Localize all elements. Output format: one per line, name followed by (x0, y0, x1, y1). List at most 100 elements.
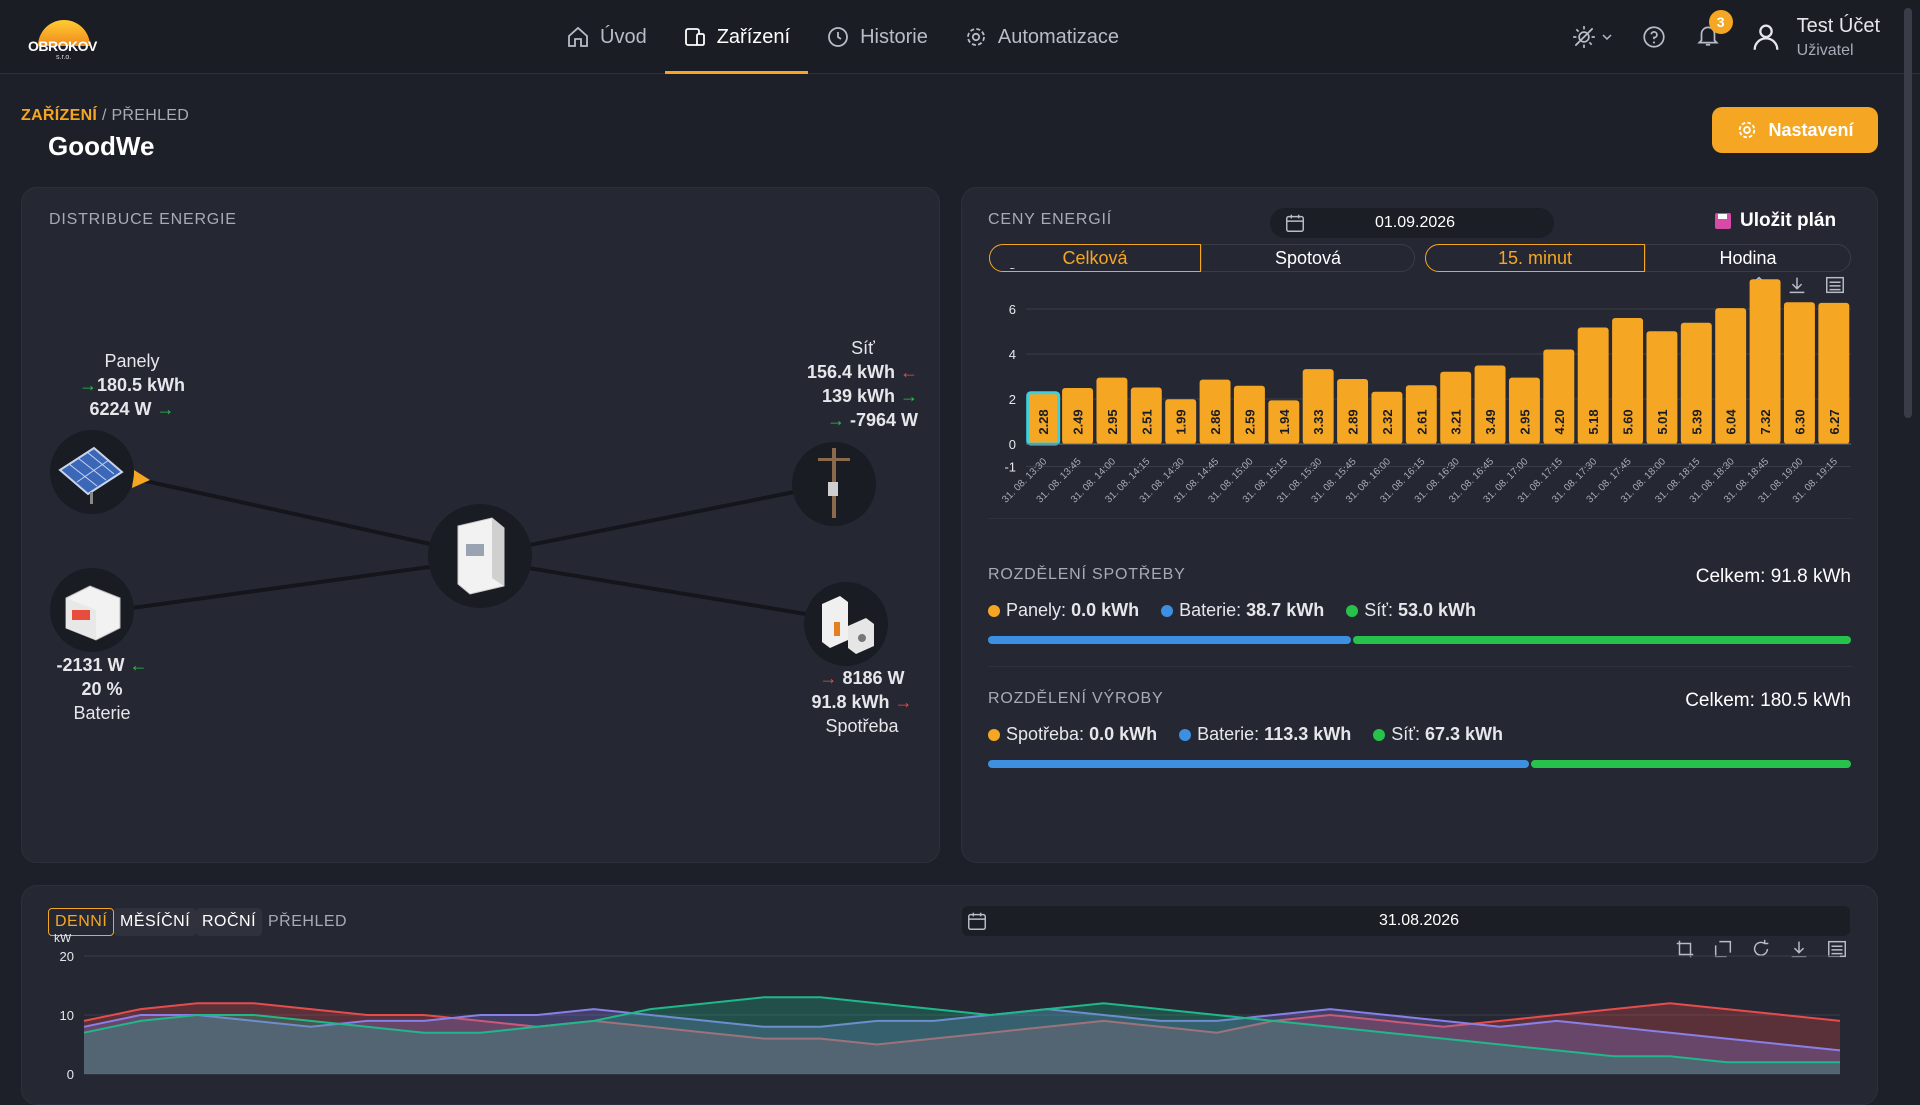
history-chart: 20 10 0 kW (54, 934, 1841, 1080)
divider (988, 518, 1853, 519)
nav-label-historie: Historie (860, 25, 928, 48)
arrow-left-icon: ← (900, 362, 918, 382)
company-logo[interactable]: OBROKOV s.r.o. (26, 12, 102, 64)
legend-item: Síť: 53.0 kWh (1346, 600, 1476, 621)
tab-prehled[interactable]: PŘEHLED (262, 908, 353, 936)
legend-label: Baterie: (1179, 600, 1242, 620)
bar-value-label: 3.49 (1483, 409, 1498, 434)
top-navbar: OBROKOV s.r.o. Úvod Zařízení Historie Au… (0, 0, 1920, 74)
save-plan-label: Uložit plán (1740, 210, 1837, 231)
nav-label-zarizeni: Zařízení (716, 25, 791, 48)
nav-item-automatizace[interactable]: Automatizace (946, 0, 1137, 74)
consumption-split-title: ROZDĚLENÍ SPOTŘEBY (988, 566, 1186, 583)
distribution-card: DISTRIBUCE ENERGIE Panely →180.5 kWh 622… (21, 187, 940, 863)
user-menu[interactable]: Test Účet Uživatel (1749, 15, 1880, 60)
bar-value-label: 5.39 (1689, 409, 1704, 434)
theme-toggle[interactable] (1571, 24, 1613, 50)
panels-name: Panely (104, 351, 160, 371)
price-chart: 86420-12.2831. 08. 13:302.4931. 08. 13:4… (1000, 268, 1851, 505)
legend-item: Baterie: 113.3 kWh (1179, 724, 1351, 745)
chevron-down-icon (1602, 34, 1612, 41)
notifications-button[interactable]: 3 (1695, 9, 1733, 53)
history-date-picker[interactable]: 31.08.2026 (962, 906, 1850, 936)
production-split-title: ROZDĚLENÍ VÝROBY (988, 690, 1164, 707)
bar-value-label: 4.20 (1552, 409, 1567, 434)
grid-power: -7964 W (849, 410, 918, 430)
consumption-node[interactable] (804, 582, 888, 666)
save-plan-button[interactable]: Uložit plán (1714, 210, 1836, 232)
legend-label: Baterie: (1197, 724, 1260, 744)
breadcrumb-current: PŘEHLED (111, 107, 190, 124)
tab-denni[interactable]: DENNÍ (48, 908, 115, 936)
split-bar-segment (988, 760, 1529, 768)
solar-panel-node[interactable] (50, 430, 134, 514)
bar-value-label: 2.95 (1517, 409, 1532, 434)
battery-node[interactable] (50, 568, 134, 652)
battery-soc: 20 % (81, 679, 123, 699)
legend-item: Panely: 0.0 kWh (988, 600, 1139, 621)
nav-item-zarizeni[interactable]: Zařízení (664, 0, 809, 74)
user-role: Uživatel (1796, 41, 1854, 59)
arrow-left-icon: ← (129, 655, 148, 675)
y-tick-label: 6 (1009, 302, 1016, 317)
flow-arrow-icon (132, 470, 150, 488)
panels-power: 6224 W (89, 399, 152, 419)
split-bar-segment (1352, 636, 1851, 644)
production-split-bar (988, 760, 1853, 768)
legend-label: Spotřeba: (1006, 724, 1085, 744)
y-tick-label: 20 (60, 949, 74, 964)
notification-badge: 3 (1708, 9, 1733, 34)
inverter-icon (457, 517, 505, 595)
page-title: GoodWe (48, 131, 155, 161)
logo-text: OBROKOV (28, 38, 97, 54)
grid-name: Síť (851, 338, 875, 358)
house-appliances-icon (822, 596, 874, 654)
scrollbar-thumb[interactable] (1904, 8, 1912, 418)
inverter-node[interactable] (428, 504, 532, 608)
help-icon[interactable] (1641, 24, 1667, 50)
bar-value-label: 5.60 (1621, 409, 1636, 434)
legend-value: 0.0 kWh (1089, 724, 1158, 744)
tab-rocni[interactable]: ROČNÍ (196, 908, 263, 936)
panels-label: Panely →180.5 kWh 6224 W → (62, 351, 202, 420)
grid-import: 156.4 kWh (806, 362, 895, 382)
nav-item-uvod[interactable]: Úvod (548, 0, 665, 74)
history-date: 31.08.2026 (1378, 912, 1460, 929)
y-tick-label: 10 (60, 1008, 74, 1023)
legend-dot (1161, 605, 1174, 618)
legend-value: 38.7 kWh (1246, 600, 1325, 620)
grid-node[interactable] (792, 442, 876, 526)
bar-value-label: 5.18 (1586, 409, 1601, 434)
legend-value: 113.3 kWh (1264, 724, 1352, 744)
split-bar-segment (1530, 760, 1851, 768)
battery-name: Baterie (73, 703, 131, 723)
bar-value-label: 2.51 (1139, 409, 1154, 434)
settings-button[interactable]: Nastavení (1712, 107, 1878, 153)
bar-value-label: 2.59 (1242, 409, 1257, 434)
split-bar-segment (988, 636, 1351, 644)
legend-item: Spotřeba: 0.0 kWh (988, 724, 1157, 745)
divider (988, 666, 1853, 667)
consumption-name: Spotřeba (825, 716, 899, 736)
save-disk-icon (1715, 213, 1731, 229)
legend-label: Síť: (1364, 600, 1393, 620)
bar-value-label: 6.30 (1792, 409, 1807, 434)
date-picker[interactable]: 01.09.2026 (1270, 208, 1554, 238)
bar-value-label: 2.89 (1346, 409, 1361, 434)
consumption-power: 8186 W (842, 668, 905, 688)
arrow-right-icon: → (819, 668, 843, 688)
panels-energy: 180.5 kWh (96, 375, 186, 395)
logo-subtext: s.r.o. (56, 54, 72, 61)
arrow-right-icon: → (889, 692, 913, 712)
nav-item-historie[interactable]: Historie (808, 0, 946, 74)
breadcrumb-link-zarizeni[interactable]: ZAŘÍZENÍ (21, 107, 97, 124)
calendar-icon (968, 912, 986, 930)
consumption-split-total: Celkem: 91.8 kWh (1695, 566, 1851, 587)
arrow-right-icon: → (151, 399, 175, 419)
legend-label: Síť: (1391, 724, 1420, 744)
bar-value-label: 3.33 (1311, 409, 1326, 434)
bar-value-label: 1.94 (1277, 409, 1292, 435)
tab-mesicni[interactable]: MĚSÍČNÍ (114, 908, 197, 936)
arrow-right-icon: → (900, 386, 918, 406)
bar-value-label: 2.32 (1380, 409, 1395, 434)
